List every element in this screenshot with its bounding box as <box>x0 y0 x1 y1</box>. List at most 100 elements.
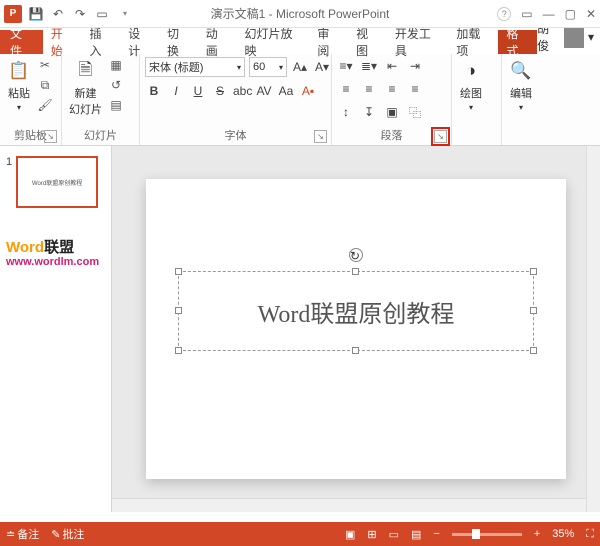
strikethrough-button[interactable]: S <box>211 82 229 100</box>
slideshow-view-icon[interactable]: ▤ <box>411 528 421 541</box>
rotation-handle-icon[interactable]: ↻ <box>349 248 363 262</box>
paragraph-launcher-icon[interactable]: ↘ <box>434 130 447 143</box>
tab-format[interactable]: 格式 <box>498 30 537 54</box>
new-slide-icon: 🗎 <box>74 59 98 83</box>
file-tab[interactable]: 文件 <box>0 30 43 54</box>
align-text-icon[interactable]: ▣ <box>383 103 401 121</box>
resize-handle-w[interactable] <box>175 307 182 314</box>
smartart-icon[interactable]: ⿻ <box>406 103 424 121</box>
resize-handle-n[interactable] <box>352 268 359 275</box>
tab-view[interactable]: 视图 <box>348 30 387 54</box>
text-direction-icon[interactable]: ↧ <box>360 103 378 121</box>
copy-icon[interactable]: ⧉ <box>37 77 53 93</box>
increase-font-icon[interactable]: A▴ <box>291 58 309 76</box>
resize-handle-se[interactable] <box>530 347 537 354</box>
clipboard-launcher-icon[interactable]: ↘ <box>44 130 57 143</box>
body-area: 1 Word联盟原创教程 Word联盟 www.wordlm.com ↻ Wor… <box>0 146 600 512</box>
tab-animations[interactable]: 动画 <box>198 30 237 54</box>
tab-addins[interactable]: 加载项 <box>448 30 498 54</box>
underline-button[interactable]: U <box>189 82 207 100</box>
slide-canvas[interactable]: ↻ Word联盟原创教程 <box>146 179 566 479</box>
slide-thumbnail-1[interactable]: 1 Word联盟原创教程 <box>6 156 105 208</box>
tab-transitions[interactable]: 切换 <box>159 30 198 54</box>
zoom-thumb[interactable] <box>472 529 480 539</box>
vertical-scrollbar[interactable] <box>586 146 600 512</box>
font-color-icon[interactable]: A▪ <box>299 82 317 100</box>
redo-icon[interactable]: ↷ <box>72 6 88 22</box>
shapes-icon: ◑ <box>459 59 483 83</box>
undo-icon[interactable]: ↶ <box>50 6 66 22</box>
drawing-button[interactable]: ◑ 绘图 ▾ <box>457 57 485 114</box>
cut-icon[interactable]: ✂ <box>37 57 53 73</box>
resize-handle-ne[interactable] <box>530 268 537 275</box>
resize-handle-e[interactable] <box>530 307 537 314</box>
titlebar: P 💾 ↶ ↷ ▭ 演示文稿1 - Microsoft PowerPoint ?… <box>0 0 600 28</box>
restore-icon[interactable]: ▢ <box>565 7 576 21</box>
notes-button[interactable]: ≐ 备注 <box>6 526 39 542</box>
zoom-out-icon[interactable]: − <box>433 528 439 540</box>
fit-to-window-icon[interactable]: ⛶ <box>586 528 594 541</box>
horizontal-scrollbar[interactable] <box>112 498 586 512</box>
group-paragraph-label: 段落 <box>337 125 446 145</box>
format-painter-icon[interactable]: 🖌 <box>37 97 53 113</box>
ribbon-display-icon[interactable]: ▭ <box>521 7 532 21</box>
group-editing: 🔍 编辑 ▾ <box>502 54 552 145</box>
paste-button[interactable]: 📋 粘贴 ▾ <box>5 57 33 114</box>
zoom-slider[interactable] <box>452 533 522 536</box>
decrease-font-icon[interactable]: A▾ <box>313 58 331 76</box>
justify-icon[interactable]: ≡ <box>406 80 424 98</box>
resize-handle-sw[interactable] <box>175 347 182 354</box>
editing-button[interactable]: 🔍 编辑 ▾ <box>507 57 535 114</box>
ribbon-tabs: 文件 开始 插入 设计 切换 动画 幻灯片放映 审阅 视图 开发工具 加载项 格… <box>0 28 600 54</box>
comments-button[interactable]: ✎ 批注 <box>51 526 84 542</box>
tab-slideshow[interactable]: 幻灯片放映 <box>237 30 310 54</box>
layout-icon[interactable]: ▦ <box>108 57 124 73</box>
tab-design[interactable]: 设计 <box>120 30 159 54</box>
decrease-indent-icon[interactable]: ⇤ <box>383 57 401 75</box>
line-spacing-icon[interactable]: ↕ <box>337 103 355 121</box>
statusbar: ≐ 备注 ✎ 批注 ▣ ⊞ ▭ ▤ − + 35% ⛶ <box>0 522 600 546</box>
group-slides: 🗎 新建 幻灯片 ▦ ↺ ▤ 幻灯片 <box>62 54 140 145</box>
new-slide-button[interactable]: 🗎 新建 幻灯片 <box>67 57 104 119</box>
numbering-icon[interactable]: ≣▾ <box>360 57 378 75</box>
title-textbox[interactable]: ↻ Word联盟原创教程 <box>178 271 534 351</box>
align-center-icon[interactable]: ≡ <box>360 80 378 98</box>
save-icon[interactable]: 💾 <box>28 6 44 22</box>
tab-home[interactable]: 开始 <box>43 30 82 54</box>
help-icon[interactable]: ? <box>497 7 511 21</box>
qat-customize-icon[interactable] <box>116 6 132 22</box>
shadow-button[interactable]: abc <box>233 82 251 100</box>
bold-button[interactable]: B <box>145 82 163 100</box>
start-from-beginning-icon[interactable]: ▭ <box>94 6 110 22</box>
resize-handle-s[interactable] <box>352 347 359 354</box>
tab-review[interactable]: 审阅 <box>309 30 348 54</box>
resize-handle-nw[interactable] <box>175 268 182 275</box>
font-name-combo[interactable]: 宋体 (标题)▾ <box>145 57 245 77</box>
slide-editor[interactable]: ↻ Word联盟原创教程 <box>112 146 600 512</box>
change-case-icon[interactable]: Aa <box>277 82 295 100</box>
font-size-combo[interactable]: 60▾ <box>249 57 287 77</box>
increase-indent-icon[interactable]: ⇥ <box>406 57 424 75</box>
reading-view-icon[interactable]: ▭ <box>389 528 399 541</box>
font-launcher-icon[interactable]: ↘ <box>314 130 327 143</box>
reset-icon[interactable]: ↺ <box>108 77 124 93</box>
tab-developer[interactable]: 开发工具 <box>387 30 448 54</box>
group-clipboard: 📋 粘贴 ▾ ✂ ⧉ 🖌 剪贴板 ↘ <box>0 54 62 145</box>
align-right-icon[interactable]: ≡ <box>383 80 401 98</box>
minimize-icon[interactable]: — <box>543 7 555 21</box>
close-icon[interactable]: ✕ <box>586 7 596 21</box>
zoom-in-icon[interactable]: + <box>534 528 540 540</box>
chevron-down-icon: ▾ <box>237 63 241 72</box>
tab-insert[interactable]: 插入 <box>82 30 121 54</box>
zoom-level[interactable]: 35% <box>552 528 574 540</box>
thumbnail-pane[interactable]: 1 Word联盟原创教程 Word联盟 www.wordlm.com <box>0 146 112 512</box>
sorter-view-icon[interactable]: ⊞ <box>367 528 376 541</box>
bullets-icon[interactable]: ≡▾ <box>337 57 355 75</box>
align-left-icon[interactable]: ≡ <box>337 80 355 98</box>
italic-button[interactable]: I <box>167 82 185 100</box>
title-text[interactable]: Word联盟原创教程 <box>258 294 455 329</box>
normal-view-icon[interactable]: ▣ <box>345 528 355 541</box>
character-spacing-icon[interactable]: AV <box>255 82 273 100</box>
section-icon[interactable]: ▤ <box>108 97 124 113</box>
app-logo-icon: P <box>4 5 22 23</box>
